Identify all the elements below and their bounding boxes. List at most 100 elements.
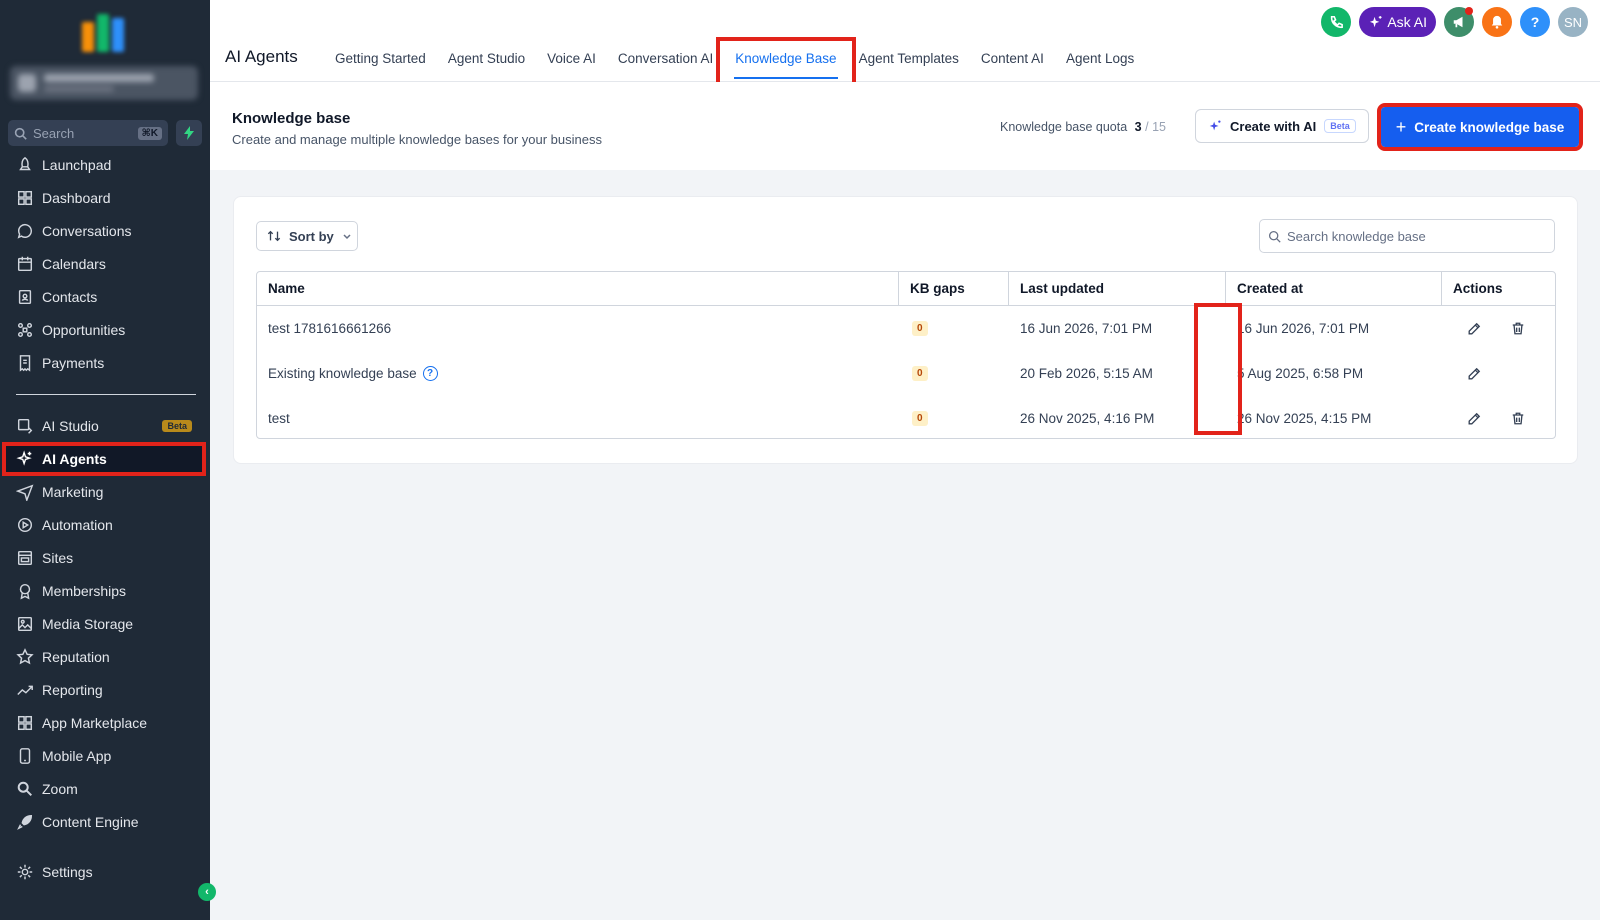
sidebar-item-label: App Marketplace bbox=[42, 715, 148, 731]
sidebar-item-contacts[interactable]: Contacts bbox=[4, 282, 204, 312]
column-header-name[interactable]: Name bbox=[257, 272, 899, 305]
grid-icon bbox=[17, 715, 33, 731]
column-header-kb-gaps[interactable]: KB gaps bbox=[899, 272, 1009, 305]
tab-knowledge-base[interactable]: Knowledge Base bbox=[724, 44, 847, 79]
sidebar-collapse-button[interactable]: ‹ bbox=[198, 883, 216, 901]
header-actions: Ask AI ? SN bbox=[1321, 7, 1588, 37]
avatar-initials: SN bbox=[1563, 14, 1583, 30]
bolt-icon bbox=[184, 126, 194, 140]
sidebar-item-payments[interactable]: Payments bbox=[4, 348, 204, 378]
sidebar-item-settings[interactable]: Settings bbox=[4, 857, 204, 887]
tab-agent-logs[interactable]: Agent Logs bbox=[1055, 44, 1145, 73]
calendar-icon bbox=[17, 256, 33, 272]
create-knowledge-base-button[interactable]: + Create knowledge base bbox=[1377, 103, 1583, 151]
kb-gaps-badge: 0 bbox=[912, 366, 928, 381]
plus-icon: + bbox=[1395, 116, 1407, 137]
beta-badge: Beta bbox=[162, 420, 192, 432]
sidebar-item-opportunities[interactable]: Opportunities bbox=[4, 315, 204, 345]
sidebar-item-automation[interactable]: Automation bbox=[4, 510, 204, 540]
help-button[interactable]: ? bbox=[1520, 7, 1550, 37]
table-row[interactable]: test 1781616661266 0 16 Jun 2026, 7:01 P… bbox=[257, 306, 1555, 351]
knowledge-base-search[interactable] bbox=[1259, 219, 1555, 253]
rocket-icon bbox=[17, 814, 33, 830]
delete-button[interactable] bbox=[1506, 317, 1530, 341]
edit-button[interactable] bbox=[1462, 407, 1486, 431]
announcements-button[interactable] bbox=[1444, 7, 1474, 37]
sidebar-item-marketing[interactable]: Marketing bbox=[4, 477, 204, 507]
gear-icon bbox=[17, 864, 33, 880]
quick-action-button[interactable] bbox=[176, 120, 202, 146]
sidebar-item-label: Conversations bbox=[42, 223, 132, 239]
brand-logo[interactable] bbox=[80, 12, 126, 52]
edit-button[interactable] bbox=[1462, 317, 1486, 341]
kb-name[interactable]: Existing knowledge base bbox=[268, 366, 417, 381]
sidebar-item-conversations[interactable]: Conversations bbox=[4, 216, 204, 246]
sidebar-item-memberships[interactable]: Memberships bbox=[4, 576, 204, 606]
table-row[interactable]: test 0 26 Nov 2025, 4:16 PM 26 Nov 2025,… bbox=[257, 396, 1555, 441]
knowledge-base-search-input[interactable] bbox=[1287, 228, 1537, 244]
sidebar-item-app-marketplace[interactable]: App Marketplace bbox=[4, 708, 204, 738]
page-title: AI Agents bbox=[225, 47, 298, 66]
megaphone-icon bbox=[1453, 16, 1463, 28]
ask-ai-button[interactable]: Ask AI bbox=[1359, 7, 1436, 37]
sidebar-item-sites[interactable]: Sites bbox=[4, 543, 204, 573]
sidebar-item-ai-studio[interactable]: AI Studio Beta bbox=[4, 411, 204, 441]
phone-button[interactable] bbox=[1321, 7, 1352, 37]
sidebar-item-mobile-app[interactable]: Mobile App bbox=[4, 741, 204, 771]
sidebar-item-label: Dashboard bbox=[42, 190, 111, 206]
table-row[interactable]: Existing knowledge base ? 0 20 Feb 2026,… bbox=[257, 351, 1555, 396]
sidebar-search[interactable]: Search ⌘K bbox=[8, 120, 168, 146]
delete-button[interactable] bbox=[1506, 407, 1530, 431]
quota-label: Knowledge base quota bbox=[1000, 120, 1128, 134]
sidebar-item-dashboard[interactable]: Dashboard bbox=[4, 183, 204, 213]
sidebar-item-calendars[interactable]: Calendars bbox=[4, 249, 204, 279]
trend-icon bbox=[17, 685, 33, 696]
pencil-icon bbox=[1468, 322, 1481, 334]
sidebar: Search ⌘K Launchpad Dashboard Conversati… bbox=[0, 0, 210, 920]
bell-icon bbox=[1491, 15, 1503, 29]
sidebar-item-zoom[interactable]: Zoom bbox=[4, 774, 204, 804]
notification-dot bbox=[1465, 7, 1473, 15]
user-avatar[interactable]: SN bbox=[1558, 7, 1588, 37]
tab-getting-started[interactable]: Getting Started bbox=[324, 44, 437, 73]
sidebar-item-label: Payments bbox=[42, 355, 105, 371]
kb-name[interactable]: test bbox=[268, 411, 290, 426]
sidebar-divider bbox=[16, 394, 196, 395]
pencil-icon bbox=[1468, 367, 1481, 379]
sidebar-item-ai-agents[interactable]: AI Agents bbox=[2, 442, 206, 476]
tab-voice-ai[interactable]: Voice AI bbox=[536, 44, 607, 73]
sidebar-item-media-storage[interactable]: Media Storage bbox=[4, 609, 204, 639]
created-at: 26 Nov 2025, 4:15 PM bbox=[1237, 411, 1372, 426]
opportunities-icon bbox=[17, 322, 33, 338]
tab-conversation-ai[interactable]: Conversation AI bbox=[607, 44, 724, 73]
quota-indicator: Knowledge base quota 3 / 15 bbox=[1000, 120, 1166, 134]
tab-agent-templates[interactable]: Agent Templates bbox=[848, 44, 970, 73]
notifications-button[interactable] bbox=[1482, 7, 1512, 37]
sidebar-item-label: Automation bbox=[42, 517, 113, 533]
sidebar-item-reporting[interactable]: Reporting bbox=[4, 675, 204, 705]
sidebar-item-launchpad[interactable]: Launchpad bbox=[4, 150, 204, 180]
kb-name[interactable]: test 1781616661266 bbox=[268, 321, 391, 336]
create-with-ai-button[interactable]: Create with AI Beta bbox=[1195, 109, 1369, 143]
star-icon bbox=[16, 648, 34, 665]
tab-content-ai[interactable]: Content AI bbox=[970, 44, 1055, 73]
sidebar-search-placeholder: Search bbox=[33, 125, 75, 141]
account-switcher[interactable] bbox=[10, 66, 198, 100]
column-header-last-updated[interactable]: Last updated bbox=[1009, 272, 1226, 305]
sidebar-item-content-engine[interactable]: Content Engine bbox=[4, 807, 204, 837]
tab-agent-studio[interactable]: Agent Studio bbox=[437, 44, 536, 73]
column-header-created-at[interactable]: Created at bbox=[1226, 272, 1442, 305]
sidebar-item-label: Content Engine bbox=[42, 814, 139, 830]
sidebar-item-label: Mobile App bbox=[42, 748, 112, 764]
help-icon: ? bbox=[1530, 14, 1540, 30]
top-navigation: AI Agents Getting Started Agent Studio V… bbox=[210, 0, 1600, 82]
edit-button[interactable] bbox=[1462, 362, 1486, 386]
beta-badge: Beta bbox=[1324, 119, 1356, 133]
sidebar-item-reputation[interactable]: Reputation bbox=[4, 642, 204, 672]
sparkle-icon bbox=[1370, 15, 1382, 27]
info-icon[interactable]: ? bbox=[422, 366, 438, 381]
sort-by-button[interactable]: Sort by bbox=[256, 221, 358, 251]
section-subtitle: Create and manage multiple knowledge bas… bbox=[232, 132, 602, 147]
trash-icon bbox=[1512, 412, 1524, 425]
sidebar-item-label: Calendars bbox=[42, 256, 106, 272]
